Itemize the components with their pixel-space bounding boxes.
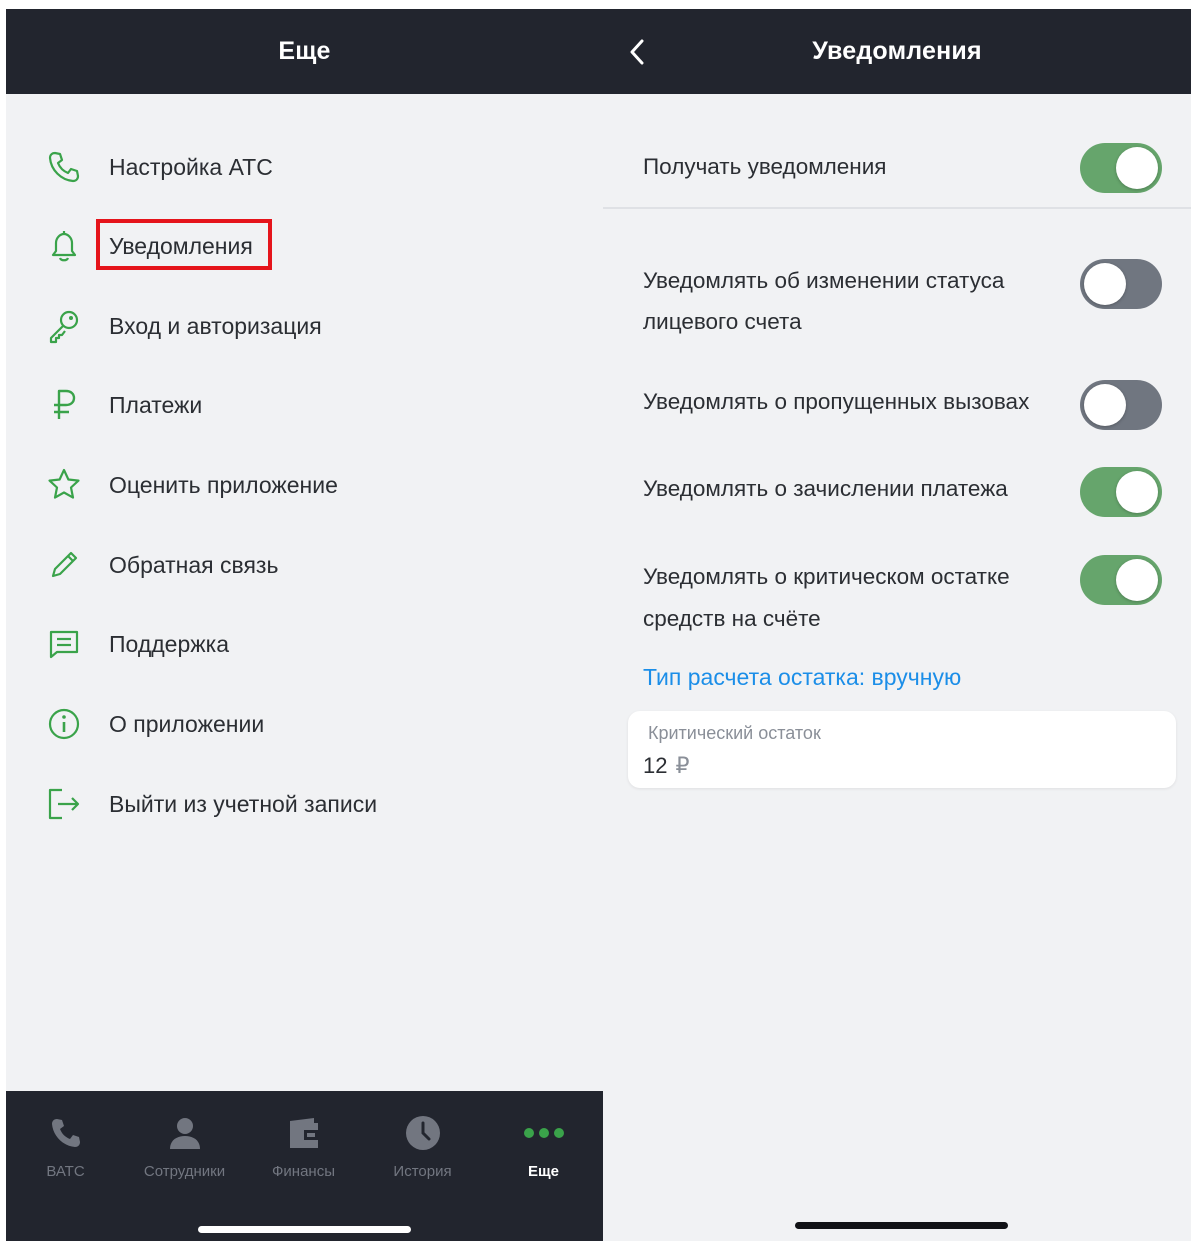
more-screen: Еще Настройка АТС Уведомления Вход и авт… bbox=[6, 9, 603, 1241]
tab-finance[interactable]: Финансы bbox=[244, 1091, 363, 1201]
menu-item-logout[interactable]: Выйти из учетной записи bbox=[6, 772, 603, 836]
menu-item-about[interactable]: О приложении bbox=[6, 692, 603, 756]
phone-icon bbox=[42, 145, 86, 189]
ruble-icon bbox=[42, 383, 86, 427]
menu-item-pbx-settings[interactable]: Настройка АТС bbox=[6, 135, 603, 199]
pencil-icon bbox=[42, 543, 86, 587]
toggle-knob bbox=[1116, 559, 1158, 601]
menu-item-support[interactable]: Поддержка bbox=[6, 612, 603, 676]
menu-item-label: Поддержка bbox=[109, 630, 229, 657]
menu-item-label: О приложении bbox=[109, 710, 265, 737]
field-label: Критический остаток bbox=[648, 723, 821, 743]
clock-icon bbox=[363, 1113, 482, 1153]
star-icon bbox=[42, 463, 86, 507]
person-icon bbox=[125, 1113, 244, 1153]
critical-balance-field[interactable]: Критический остаток 12 ₽ bbox=[628, 711, 1176, 788]
menu-item-label: Обратная связь bbox=[109, 551, 279, 578]
page-title: Уведомления bbox=[812, 37, 982, 65]
toggle-knob bbox=[1084, 263, 1126, 305]
menu-item-label: Вход и авторизация bbox=[109, 312, 322, 339]
tab-history[interactable]: История bbox=[363, 1091, 482, 1201]
bottom-tab-bar: ВАТС Сотрудники Финансы История Еще bbox=[6, 1091, 603, 1241]
menu-item-label: Настройка АТС bbox=[109, 153, 273, 180]
menu-item-label: Платежи bbox=[109, 391, 203, 418]
setting-label: Уведомлять о пропущенных вызовах bbox=[643, 389, 1030, 414]
more-dots-icon bbox=[484, 1113, 603, 1153]
currency-symbol: ₽ bbox=[675, 753, 690, 778]
tab-label: Сотрудники bbox=[143, 1163, 226, 1180]
chat-icon bbox=[42, 622, 86, 666]
key-icon bbox=[42, 304, 86, 348]
setting-label: Уведомлять о критическом остатке bbox=[643, 564, 1010, 589]
critical-balance-amount: 12 bbox=[643, 753, 668, 778]
menu-item-label: Выйти из учетной записи bbox=[109, 790, 378, 817]
menu-item-rate-app[interactable]: Оценить приложение bbox=[6, 453, 603, 517]
info-icon bbox=[42, 702, 86, 746]
highlight-box bbox=[96, 219, 272, 270]
tab-label: Финансы bbox=[272, 1163, 335, 1180]
home-indicator bbox=[198, 1226, 411, 1233]
setting-label-line2: средств на счёте bbox=[643, 606, 821, 631]
tab-vats[interactable]: ВАТС bbox=[6, 1091, 125, 1201]
receive-notifications-toggle[interactable] bbox=[1080, 143, 1162, 193]
tab-employees[interactable]: Сотрудники bbox=[125, 1091, 244, 1201]
account-status-toggle[interactable] bbox=[1080, 259, 1162, 309]
field-value: 12 ₽ bbox=[643, 753, 689, 779]
menu-item-payments[interactable]: Платежи bbox=[6, 373, 603, 437]
balance-calc-type-link[interactable]: Тип расчета остатка: вручную bbox=[643, 659, 961, 695]
top-nav-bar: Еще bbox=[6, 9, 603, 94]
phone-icon bbox=[6, 1113, 125, 1153]
toggle-knob bbox=[1116, 471, 1158, 513]
menu-item-login-auth[interactable]: Вход и авторизация bbox=[6, 294, 603, 358]
notifications-screen: Уведомления Получать уведомления Уведомл… bbox=[603, 9, 1191, 1241]
bell-icon bbox=[42, 224, 86, 268]
top-nav-bar: Уведомления bbox=[603, 9, 1191, 94]
divider bbox=[603, 207, 1191, 209]
setting-label-line2: лицевого счета bbox=[643, 309, 802, 334]
tab-label: История bbox=[393, 1163, 452, 1180]
payment-credited-toggle[interactable] bbox=[1080, 467, 1162, 517]
tab-label: Еще bbox=[527, 1163, 559, 1180]
menu-item-feedback[interactable]: Обратная связь bbox=[6, 533, 603, 597]
tab-more[interactable]: Еще bbox=[484, 1091, 603, 1201]
home-indicator bbox=[795, 1222, 1008, 1229]
critical-balance-toggle[interactable] bbox=[1080, 555, 1162, 605]
wallet-icon bbox=[244, 1113, 363, 1153]
missed-calls-toggle[interactable] bbox=[1080, 380, 1162, 430]
toggle-knob bbox=[1116, 147, 1158, 189]
logout-icon bbox=[42, 782, 86, 826]
toggle-knob bbox=[1084, 384, 1126, 426]
page-title: Еще bbox=[278, 37, 331, 65]
setting-label: Получать уведомления bbox=[643, 154, 887, 179]
menu-item-label: Оценить приложение bbox=[109, 471, 338, 498]
setting-label: Уведомлять о зачислении платежа bbox=[643, 476, 1008, 501]
setting-label: Уведомлять об изменении статуса bbox=[643, 268, 1005, 293]
tab-label: ВАТС bbox=[46, 1163, 85, 1180]
